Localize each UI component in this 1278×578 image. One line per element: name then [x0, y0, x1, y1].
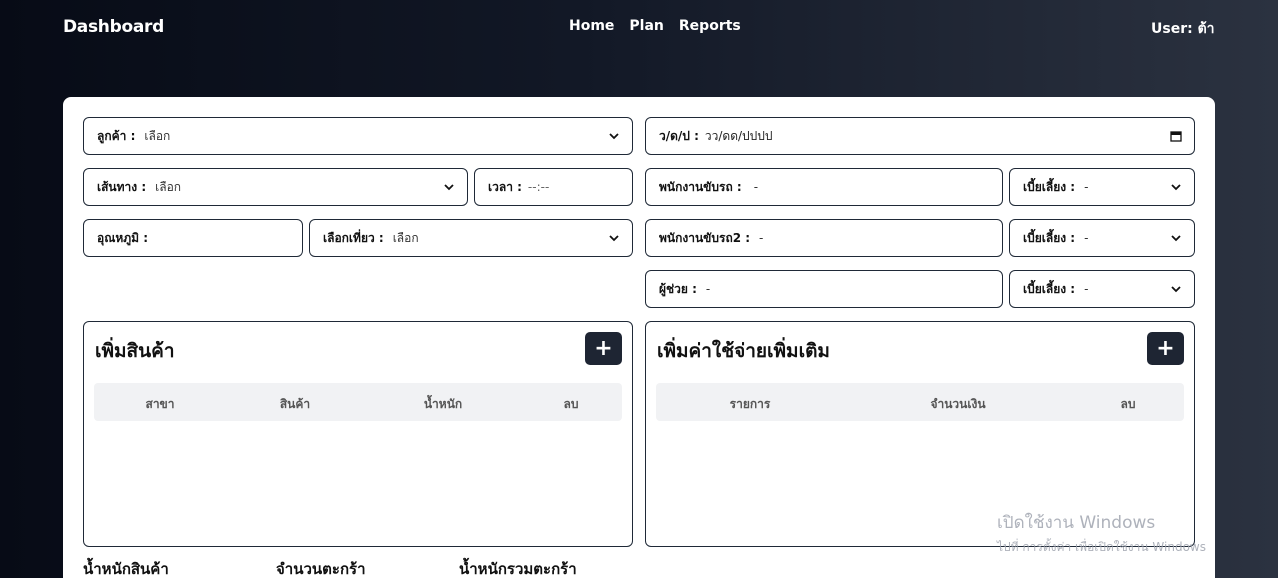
driver-allowance-label: เบี้ยเลี้ยง : — [1023, 179, 1076, 194]
add-expense-button[interactable]: + — [1147, 332, 1184, 365]
driver-allowance-select[interactable]: เบี้ยเลี้ยง : - — [1009, 168, 1195, 206]
watermark-title: เปิดใช้งาน Windows — [997, 513, 1156, 533]
top-navbar: Dashboard Home Plan Reports User: ต้า — [0, 0, 1278, 56]
date-label: ว/ด/ป : — [659, 128, 699, 143]
trip-label: เลือกเที่ยว : — [323, 230, 384, 245]
nav-reports-link[interactable]: Reports — [679, 18, 741, 34]
driver-allowance-value: - — [1084, 180, 1089, 194]
column-header: สาขา — [145, 397, 175, 411]
assistant-allowance-label: เบี้ยเลี้ยง : — [1023, 281, 1076, 296]
watermark-subtitle: ไปที่ การตั้งค่า เพื่อเปิดใช้งาน Windows — [997, 540, 1206, 554]
nav-home-link[interactable]: Home — [569, 18, 614, 34]
calendar-icon[interactable] — [1170, 130, 1182, 142]
nav-plan-link[interactable]: Plan — [629, 18, 663, 34]
customer-value: เลือก — [144, 128, 171, 143]
chevron-down-icon — [1171, 286, 1181, 293]
driver2-field[interactable]: พนักงานขับรถ2 : - — [645, 219, 1003, 257]
column-header: จำนวนเงิน — [930, 397, 986, 411]
driver-value: - — [753, 180, 759, 194]
customer-select[interactable]: ลูกค้า : เลือก — [83, 117, 633, 155]
assistant-allowance-select[interactable]: เบี้ยเลี้ยง : - — [1009, 270, 1195, 308]
basket-count-label: จำนวนตะกร้า — [276, 560, 366, 578]
products-panel-title: เพิ่มสินค้า — [95, 340, 175, 362]
assistant-value: - — [705, 282, 711, 296]
date-placeholder: วว/ดด/ปปปป — [704, 128, 773, 143]
temperature-field[interactable]: อุณหภูมิ : — [83, 219, 303, 257]
basket-total-weight-label: น้ำหนักรวมตะกร้า — [459, 560, 577, 578]
date-input[interactable]: ว/ด/ป : วว/ดด/ปปปป — [645, 117, 1195, 155]
column-header: รายการ — [729, 397, 771, 411]
driver2-allowance-select[interactable]: เบี้ยเลี้ยง : - — [1009, 219, 1195, 257]
driver2-value: - — [759, 231, 764, 245]
assistant-allowance-value: - — [1084, 282, 1089, 296]
time-label: เวลา : — [488, 179, 522, 194]
column-header: ลบ — [1120, 397, 1136, 411]
assistant-label: ผู้ช่วย : — [659, 281, 697, 296]
trip-select[interactable]: เลือกเที่ยว : เลือก — [309, 219, 633, 257]
expenses-table-header: รายการ จำนวนเงิน ลบ — [656, 383, 1184, 421]
driver2-allowance-value: - — [1084, 231, 1089, 245]
main-nav: Home Plan Reports — [569, 18, 741, 34]
column-header: ลบ — [563, 397, 579, 411]
chevron-down-icon — [444, 184, 454, 191]
trip-value: เลือก — [392, 230, 419, 245]
time-placeholder: --:-- — [527, 180, 550, 194]
chevron-down-icon — [609, 133, 619, 140]
windows-activation-watermark: เปิดใช้งาน Windows ไปที่ การตั้งค่า เพื่… — [997, 509, 1206, 557]
driver2-label: พนักงานขับรถ2 : — [659, 230, 751, 245]
assistant-field[interactable]: ผู้ช่วย : - — [645, 270, 1003, 308]
route-select[interactable]: เส้นทาง : เลือก — [83, 168, 468, 206]
customer-label: ลูกค้า : — [97, 128, 136, 143]
add-product-button[interactable]: + — [585, 332, 622, 365]
brand-logo[interactable]: Dashboard — [63, 17, 164, 37]
chevron-down-icon — [609, 235, 619, 242]
driver-label: พนักงานขับรถ : — [659, 179, 742, 194]
user-label: User: ต้า — [1151, 21, 1215, 37]
product-weight-label: น้ำหนักสินค้า — [83, 560, 169, 578]
driver2-allowance-label: เบี้ยเลี้ยง : — [1023, 230, 1076, 245]
time-input[interactable]: เวลา : --:-- — [474, 168, 633, 206]
chevron-down-icon — [1171, 184, 1181, 191]
products-panel: เพิ่มสินค้า + สาขา สินค้า น้ำหนัก ลบ — [83, 321, 633, 547]
temperature-label: อุณหภูมิ : — [97, 230, 149, 245]
column-header: น้ำหนัก — [423, 397, 463, 411]
chevron-down-icon — [1171, 235, 1181, 242]
route-label: เส้นทาง : — [97, 179, 147, 194]
route-value: เลือก — [155, 179, 182, 194]
driver-field[interactable]: พนักงานขับรถ : - — [645, 168, 1003, 206]
column-header: สินค้า — [279, 397, 311, 411]
expenses-panel-title: เพิ่มค่าใช้จ่ายเพิ่มเติม — [657, 340, 830, 362]
products-table-header: สาขา สินค้า น้ำหนัก ลบ — [94, 383, 622, 421]
